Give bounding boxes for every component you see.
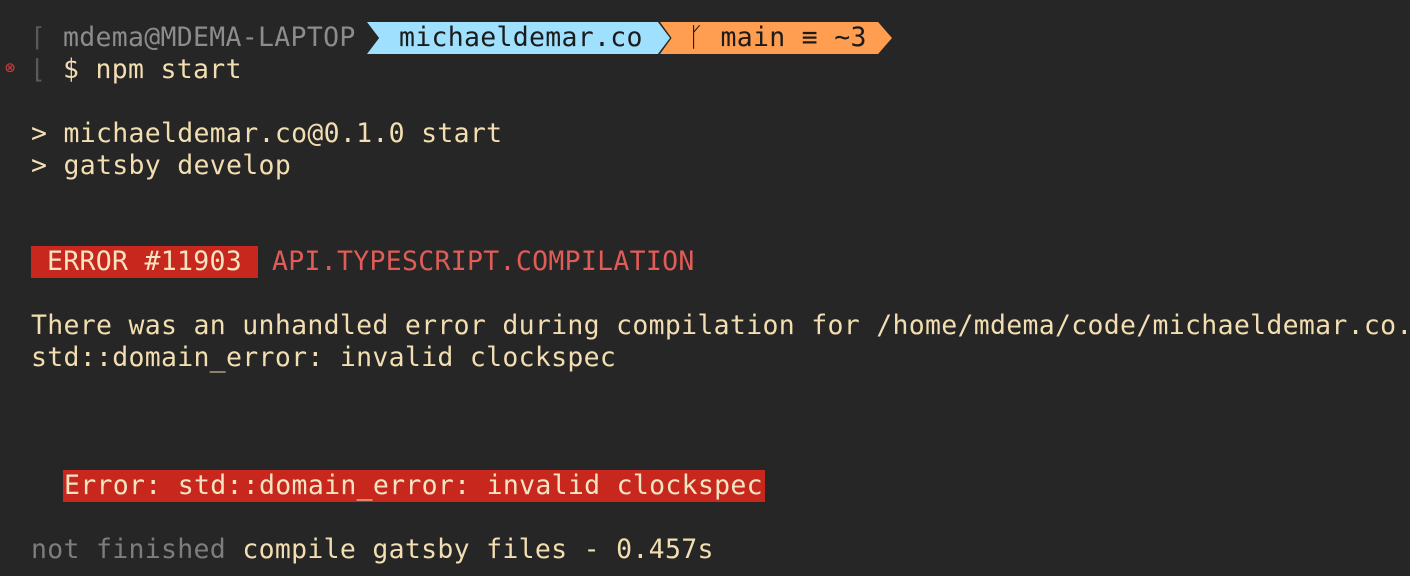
status-text: compile gatsby files - 0.457s — [242, 534, 714, 565]
prompt-bracket-bottom: ⌊ — [30, 55, 46, 85]
status-line: not finished compile gatsby files - 0.45… — [31, 534, 714, 566]
prompt-git-segment: ᚴ main ≡ ~3 — [660, 22, 892, 54]
prompt-user-host: mdema@MDEMA-LAPTOP — [63, 22, 356, 53]
error-detail: Error: std::domain_error: invalid clocks… — [63, 470, 765, 502]
command-text: npm start — [95, 54, 242, 85]
git-status: ᚴ main ≡ ~3 — [688, 22, 867, 54]
error-type: API.TYPESCRIPT.COMPILATION — [272, 246, 695, 277]
status-prefix: not finished — [31, 534, 227, 565]
terminal-window[interactable]: { "prompt": { "user_host": "mdema@MDEMA-… — [0, 0, 1410, 576]
error-badge: ERROR #11903 — [31, 246, 259, 278]
error-message-line-2: std::domain_error: invalid clockspec — [31, 342, 617, 373]
command-line[interactable]: $ npm start — [63, 54, 242, 86]
script-line-2: > gatsby develop — [31, 150, 292, 181]
git-info: main ≡ ~3 — [720, 22, 867, 53]
prompt-dollar: $ — [63, 54, 80, 85]
script-line-1: > michaeldemar.co@0.1.0 start — [31, 118, 503, 149]
prompt-directory-segment: michaeldemar.co — [367, 22, 670, 54]
prompt-bracket-top: ⌈ — [30, 23, 46, 53]
git-branch-icon: ᚴ — [688, 22, 705, 53]
error-circle-icon: ⊗ — [5, 58, 16, 78]
prompt-directory: michaeldemar.co — [399, 22, 643, 53]
error-message-line-1: There was an unhandled error during comp… — [31, 310, 1410, 341]
